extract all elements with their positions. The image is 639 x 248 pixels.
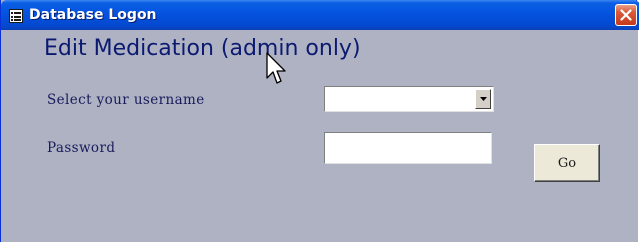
title-bar[interactable]: Database Logon	[1, 0, 639, 30]
page-title: Edit Medication (admin only)	[44, 36, 361, 61]
close-button[interactable]	[615, 4, 637, 26]
close-icon	[620, 9, 632, 21]
window-title: Database Logon	[29, 7, 157, 23]
go-button[interactable]: Go	[534, 144, 600, 182]
password-field[interactable]	[324, 132, 492, 164]
username-label: Select your username	[47, 92, 205, 108]
username-dropdown-button[interactable]	[475, 89, 491, 109]
database-logon-window: Database Logon Edit Medication (admin on…	[0, 0, 639, 242]
form-icon	[9, 8, 23, 23]
password-label: Password	[47, 140, 116, 156]
chevron-down-icon	[480, 97, 487, 101]
username-select[interactable]	[324, 86, 494, 112]
